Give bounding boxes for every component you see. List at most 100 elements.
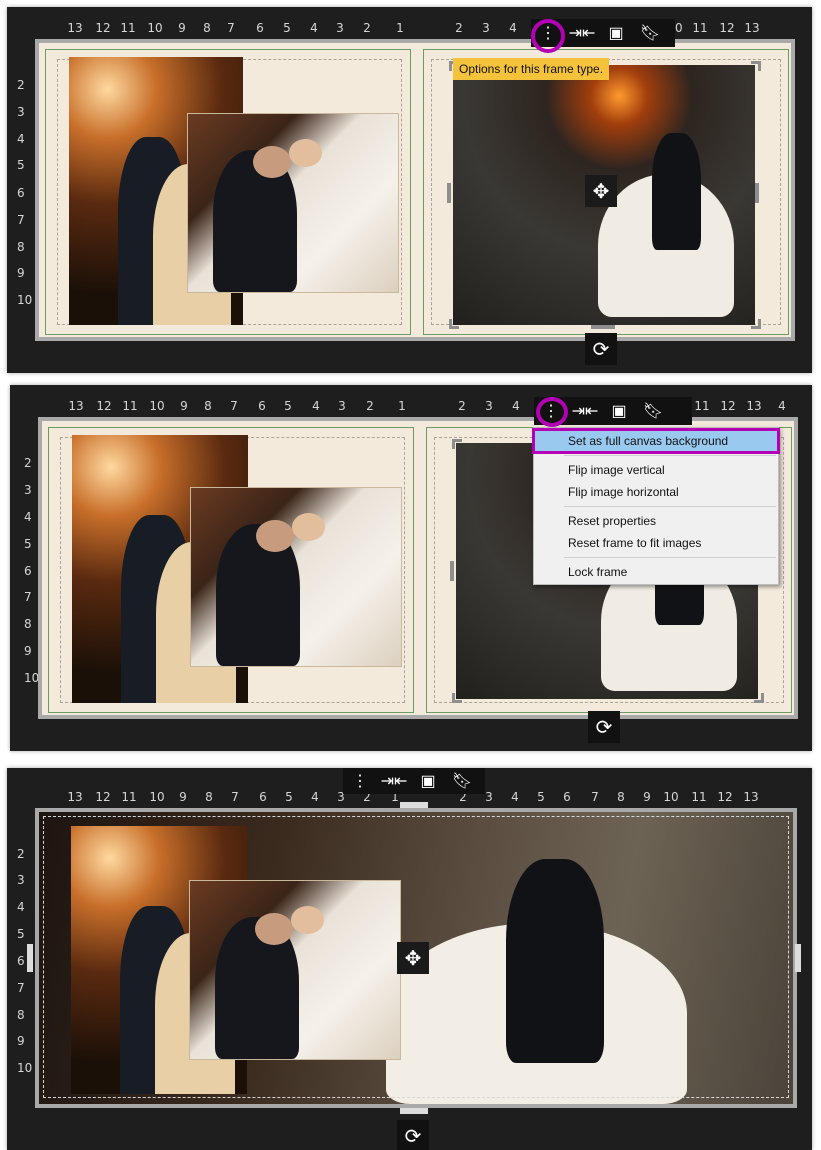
ruler-label: 11	[122, 399, 138, 413]
resize-handle[interactable]	[452, 439, 462, 449]
menu-separator	[564, 506, 776, 507]
ruler-label: 12	[720, 399, 736, 413]
rotate-icon[interactable]: ⟳	[585, 333, 617, 365]
menu-item-set-background[interactable]: Set as full canvas background	[532, 428, 780, 454]
resize-handle[interactable]	[449, 319, 459, 329]
ruler-label: 6	[17, 186, 25, 200]
ruler-label: 2	[366, 399, 374, 413]
ruler-label: 7	[230, 399, 238, 413]
bookmark-icon[interactable]: 🔖︎	[633, 19, 667, 47]
ruler-label: 4	[511, 790, 519, 804]
ruler-label: 4	[310, 21, 318, 35]
album-spread	[35, 39, 795, 341]
resize-handle[interactable]	[452, 693, 462, 703]
crop-image-icon[interactable]: ▣	[602, 397, 636, 425]
ruler-label: 4	[512, 399, 520, 413]
photo-frame-couple[interactable]	[190, 487, 402, 667]
ruler-label: 8	[17, 1008, 25, 1022]
screenshot-panel-2: 13 12 11 10 9 8 7 6 5 4 3 2 1 2 3 4 11 1…	[10, 385, 812, 751]
ruler-label: 2	[24, 456, 32, 470]
resize-handle[interactable]	[27, 944, 33, 972]
bookmark-icon[interactable]: 🔖︎	[445, 768, 479, 795]
ruler-label: 5	[284, 399, 292, 413]
ruler-label: 9	[643, 790, 651, 804]
menu-item-reset-frame[interactable]: Reset frame to fit images	[534, 532, 778, 554]
ruler-label: 5	[285, 790, 293, 804]
ruler-label: 3	[482, 21, 490, 35]
ruler-label: 13	[746, 399, 762, 413]
ruler-label: 6	[24, 564, 32, 578]
ruler-label: 2	[458, 399, 466, 413]
options-tooltip: Options for this frame type.	[453, 58, 610, 80]
ruler-label: 10	[24, 671, 40, 685]
ruler-label: 7	[591, 790, 599, 804]
resize-handle[interactable]	[591, 325, 615, 329]
ruler-label: 6	[17, 954, 25, 968]
ruler-label: 5	[537, 790, 545, 804]
ruler-label: 6	[256, 21, 264, 35]
ruler-label: 9	[179, 790, 187, 804]
ruler-label: 5	[17, 927, 25, 941]
menu-item-reset-properties[interactable]: Reset properties	[534, 510, 778, 532]
menu-item-flip-vertical[interactable]: Flip image vertical	[534, 459, 778, 481]
menu-item-lock-frame[interactable]: Lock frame	[534, 561, 778, 583]
ruler-label: 6	[563, 790, 571, 804]
ruler-label: 13	[67, 21, 83, 35]
compress-arrows-icon[interactable]: ⇥⇤	[568, 397, 602, 425]
resize-handle[interactable]	[400, 1108, 428, 1114]
ruler-label: 8	[617, 790, 625, 804]
ruler-label: 12	[95, 21, 111, 35]
bookmark-icon[interactable]: 🔖︎	[636, 397, 670, 425]
ruler-label: 4	[17, 900, 25, 914]
compress-arrows-icon[interactable]: ⇥⇤	[565, 19, 599, 47]
ruler-label: 7	[231, 790, 239, 804]
ruler-label: 4	[312, 399, 320, 413]
ruler-label: 3	[485, 790, 493, 804]
ruler-label: 10	[17, 1061, 33, 1075]
move-icon[interactable]: ✥	[397, 942, 429, 974]
ruler-label: 12	[717, 790, 733, 804]
ruler-label: 7	[24, 590, 32, 604]
ruler-label: 7	[227, 21, 235, 35]
crop-image-icon[interactable]: ▣	[599, 19, 633, 47]
rotate-icon[interactable]: ⟳	[588, 711, 620, 743]
resize-handle[interactable]	[450, 561, 454, 581]
ruler-label: 5	[17, 158, 25, 172]
resize-handle[interactable]	[795, 944, 801, 972]
photo-frame-couple[interactable]	[187, 113, 399, 293]
ruler-label: 8	[204, 399, 212, 413]
rotate-icon[interactable]: ⟳	[397, 1120, 429, 1150]
resize-handle[interactable]	[447, 183, 451, 203]
resize-handle[interactable]	[754, 693, 764, 703]
ruler-label: 10	[149, 399, 165, 413]
ruler-label: 11	[121, 790, 137, 804]
ruler-label: 11	[694, 399, 710, 413]
crop-image-icon[interactable]: ▣	[411, 768, 445, 795]
ruler-label: 8	[24, 617, 32, 631]
ruler-label: 10	[663, 790, 679, 804]
ruler-label: 4	[24, 510, 32, 524]
ruler-label: 9	[180, 399, 188, 413]
resize-handle[interactable]	[400, 802, 428, 808]
ruler-label: 5	[24, 537, 32, 551]
compress-arrows-icon[interactable]: ⇥⇤	[377, 768, 411, 795]
resize-handle[interactable]	[755, 183, 759, 203]
ruler-label: 10	[149, 790, 165, 804]
vertical-ellipsis-icon[interactable]: ⋮	[343, 768, 377, 795]
ruler-label: 8	[17, 240, 25, 254]
ruler-label: 1	[396, 21, 404, 35]
menu-item-flip-horizontal[interactable]: Flip image horizontal	[534, 481, 778, 503]
ruler-label: 13	[67, 790, 83, 804]
ruler-label: 3	[17, 105, 25, 119]
screenshot-panel-3: 13 12 11 10 9 8 7 6 5 4 3 2 1 2 3 4 5 6 …	[7, 768, 812, 1150]
horizontal-ruler: 13 12 11 10 9 8 7 6 5 4 3 2 1 2 3 4 10 1…	[7, 15, 812, 41]
resize-handle[interactable]	[751, 61, 761, 71]
resize-handle[interactable]	[751, 319, 761, 329]
ruler-label: 12	[719, 21, 735, 35]
ruler-label: 12	[95, 790, 111, 804]
move-icon[interactable]: ✥	[585, 175, 617, 207]
frame-options-menu: Set as full canvas background Flip image…	[532, 427, 780, 585]
photo-frame-couple[interactable]	[189, 880, 401, 1060]
ruler-label: 4	[311, 790, 319, 804]
ruler-label: 3	[338, 399, 346, 413]
